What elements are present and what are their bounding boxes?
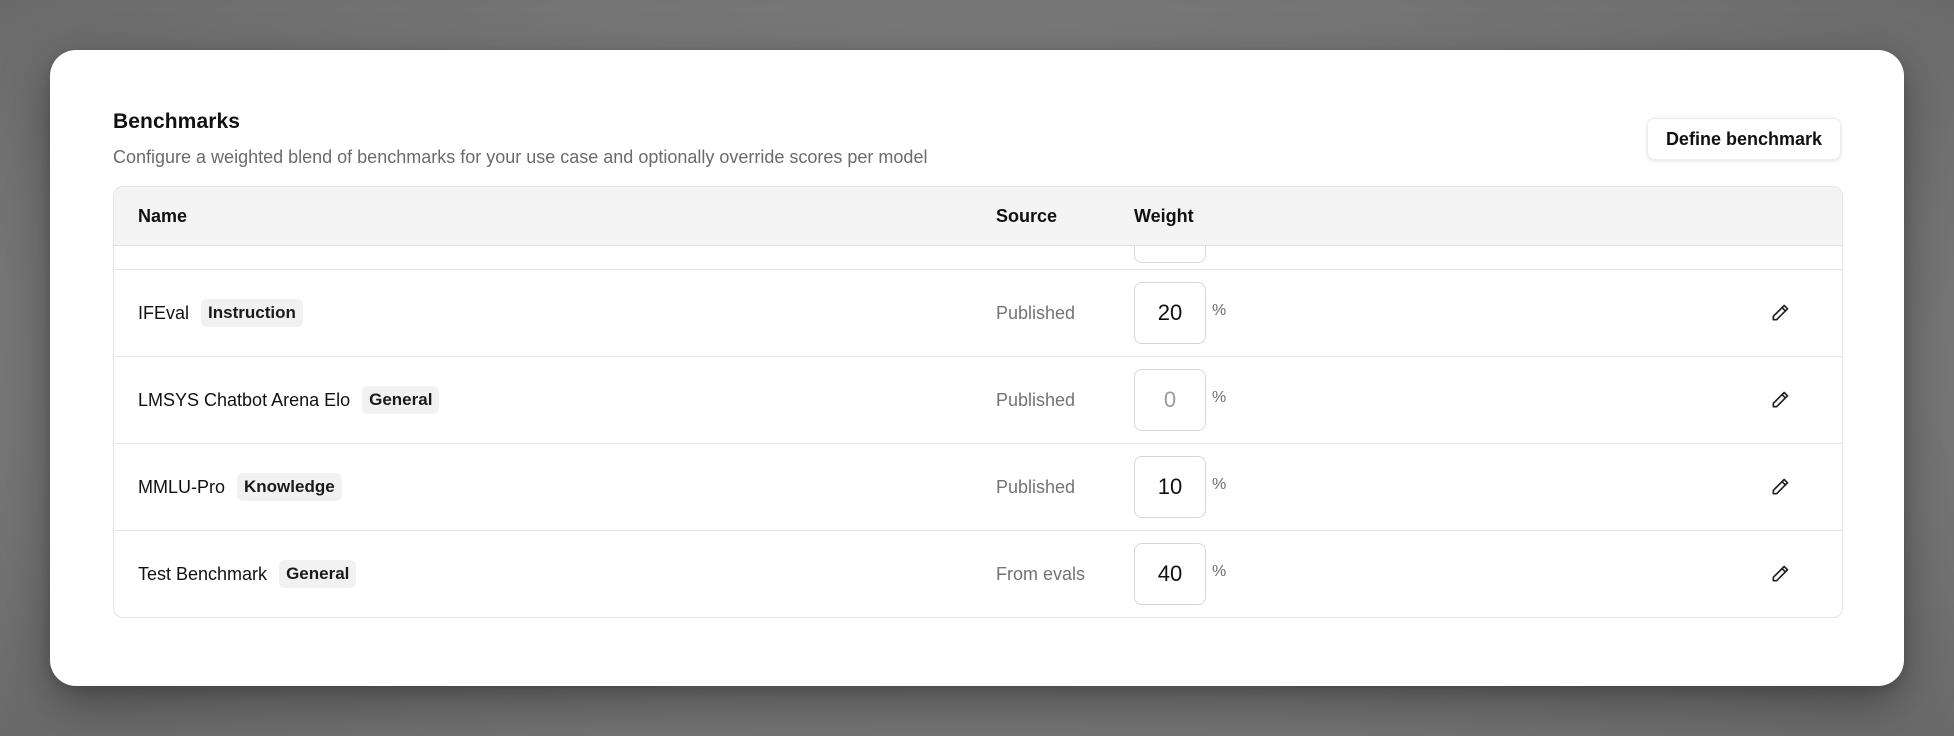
page-subtitle: Configure a weighted blend of benchmarks…	[113, 147, 928, 167]
column-header-weight: Weight	[1134, 206, 1194, 226]
benchmark-name: IFEval	[138, 302, 190, 323]
table-row-partial	[114, 245, 1842, 270]
weight-cell: %	[1134, 543, 1226, 605]
table-row: MMLU-Pro Knowledge Published %	[114, 444, 1842, 531]
benchmarks-header: Benchmarks Configure a weighted blend of…	[113, 110, 1841, 180]
benchmark-name-cell: LMSYS Chatbot Arena Elo General	[138, 357, 440, 443]
table-row: Test Benchmark General From evals %	[114, 531, 1842, 617]
table-row: LMSYS Chatbot Arena Elo General Publishe…	[114, 357, 1842, 444]
column-header-source: Source	[996, 206, 1058, 226]
table-row: IFEval Instruction Published %	[114, 270, 1842, 357]
weight-input[interactable]	[1134, 369, 1206, 431]
benchmark-name: MMLU-Pro	[138, 476, 226, 497]
pencil-icon	[1772, 304, 1789, 321]
weight-input[interactable]	[1134, 543, 1206, 605]
weight-cell: %	[1134, 456, 1226, 518]
edit-button[interactable]	[1766, 299, 1794, 327]
benchmark-source: Published	[996, 477, 1076, 497]
edit-button[interactable]	[1766, 386, 1794, 414]
edit-button[interactable]	[1766, 473, 1794, 501]
weight-input[interactable]	[1134, 282, 1206, 344]
table-body[interactable]: IFEval Instruction Published %	[114, 245, 1842, 617]
pencil-icon	[1772, 478, 1789, 495]
weight-cell: %	[1134, 282, 1226, 344]
benchmark-tag: Knowledge	[237, 473, 342, 501]
benchmark-name-cell: IFEval Instruction	[138, 270, 303, 356]
benchmark-source: Published	[996, 390, 1076, 410]
table-header: Name Source Weight	[114, 187, 1842, 246]
benchmark-source: Published	[996, 303, 1076, 323]
benchmark-tag: General	[279, 560, 357, 588]
benchmarks-card: Benchmarks Configure a weighted blend of…	[50, 50, 1904, 686]
weight-cell: %	[1134, 369, 1226, 431]
percent-sign: %	[1212, 563, 1227, 580]
weight-input-partial[interactable]	[1134, 245, 1206, 263]
percent-sign: %	[1212, 302, 1227, 319]
pencil-icon	[1772, 391, 1789, 408]
weight-input[interactable]	[1134, 456, 1206, 518]
benchmark-source: From evals	[996, 564, 1086, 584]
percent-sign: %	[1212, 476, 1227, 493]
column-header-name: Name	[138, 206, 188, 226]
benchmark-name: Test Benchmark	[138, 563, 268, 584]
benchmark-name-cell: Test Benchmark General	[138, 531, 357, 617]
pencil-icon	[1772, 565, 1789, 582]
benchmark-tag: Instruction	[201, 299, 303, 327]
benchmarks-table: Name Source Weight IFEval Instruction Pu…	[113, 186, 1843, 618]
percent-sign: %	[1212, 389, 1227, 406]
page-title: Benchmarks	[113, 110, 241, 133]
benchmark-tag: General	[362, 386, 440, 414]
benchmark-name: LMSYS Chatbot Arena Elo	[138, 389, 351, 410]
benchmark-name-cell: MMLU-Pro Knowledge	[138, 444, 342, 530]
define-benchmark-button[interactable]: Define benchmark	[1646, 118, 1841, 160]
edit-button[interactable]	[1766, 560, 1794, 588]
